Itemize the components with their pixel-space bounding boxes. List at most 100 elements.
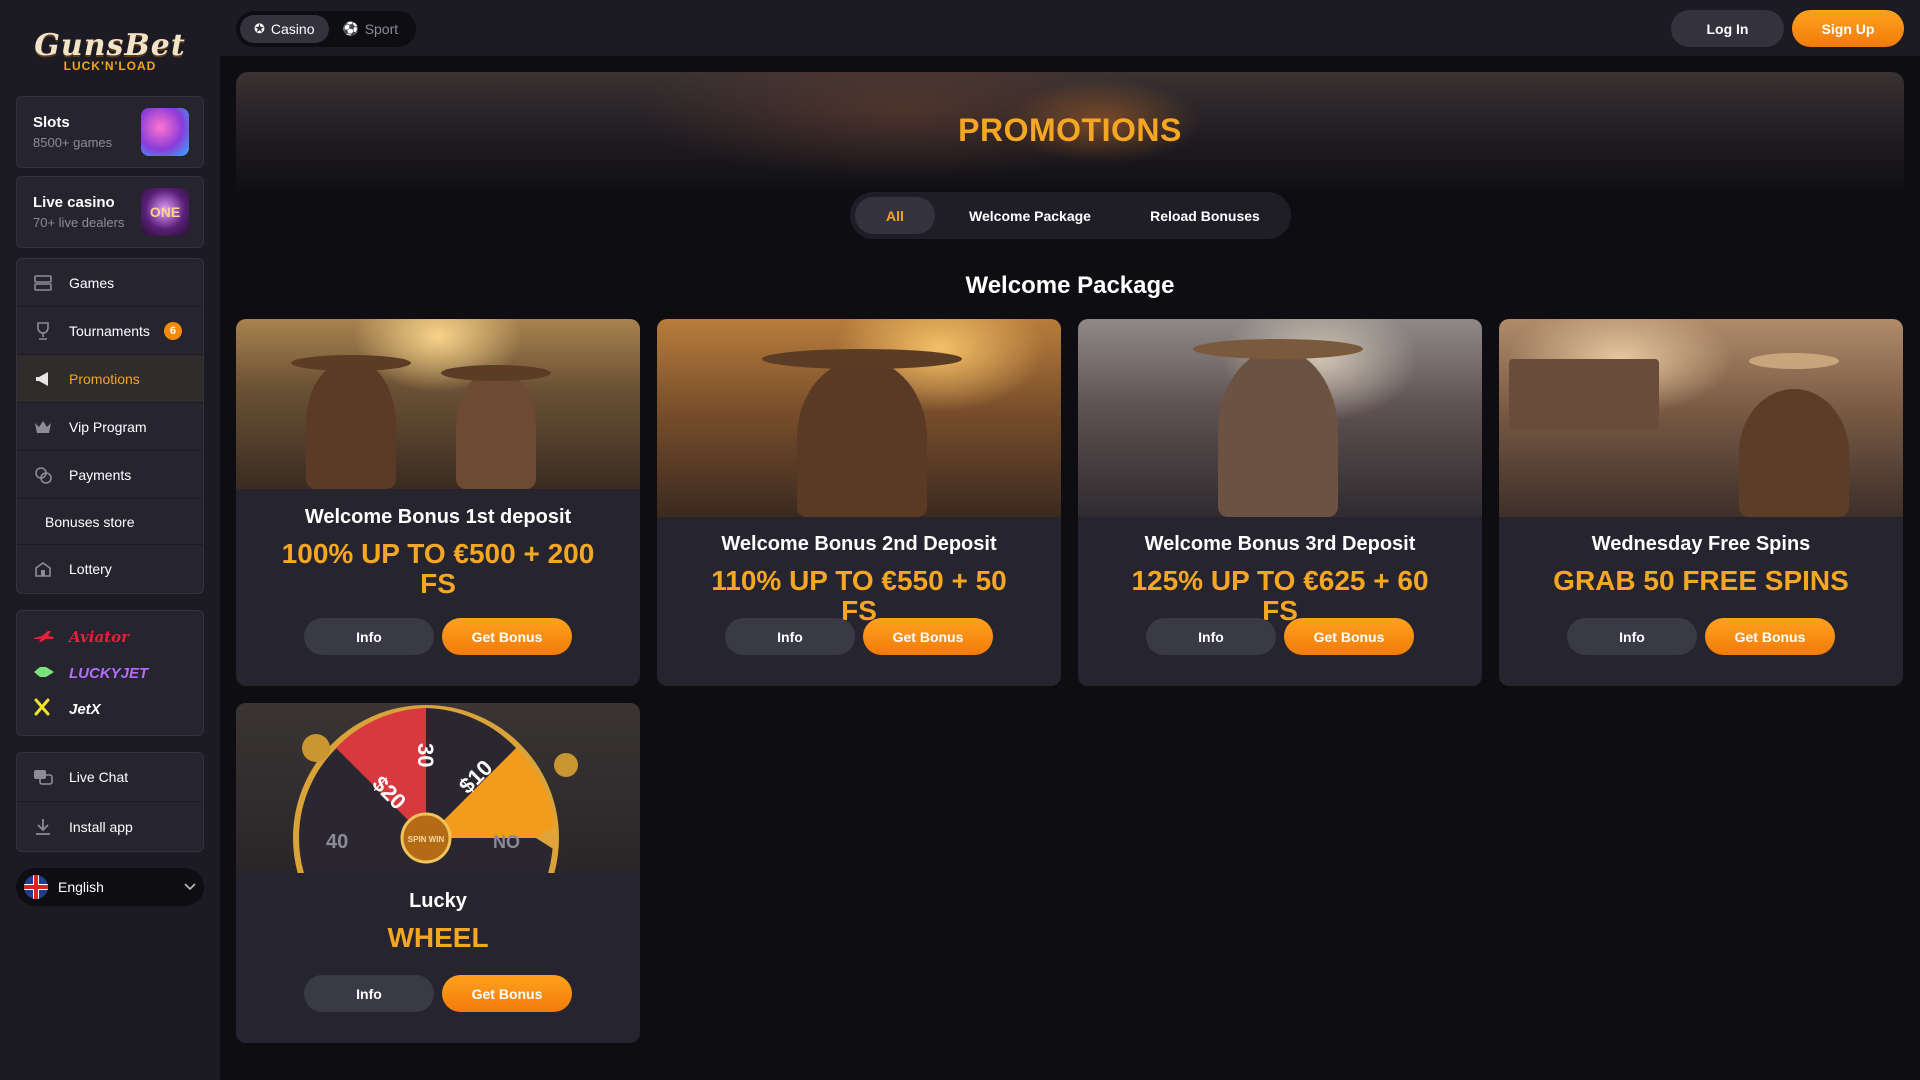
logo[interactable]: GunsBet LUCK'N'LOAD — [16, 0, 204, 96]
nav-item-payments[interactable]: Payments — [17, 451, 203, 499]
tab-label: Casino — [270, 21, 315, 37]
promo-image-cowgirl[interactable] — [1078, 319, 1482, 517]
promo-title: Welcome Bonus 2nd Deposit — [721, 533, 997, 555]
support-nav: Live Chat Install app — [16, 752, 204, 852]
wheel-segment-40: 40 — [326, 831, 348, 853]
nav-label: Bonuses store — [45, 513, 135, 530]
wheel-center-spin-win: SPIN WIN — [408, 835, 445, 844]
coins-icon — [33, 465, 53, 485]
chat-icon — [33, 767, 53, 787]
crash-game-jetx[interactable]: JetX — [33, 691, 187, 727]
top-header: ✪ Casino ⚽ Sport Log In Sign Up — [220, 0, 1920, 56]
nav-item-lottery[interactable]: Lottery — [17, 545, 203, 593]
megaphone-icon — [33, 369, 53, 389]
category-subtitle: 70+ live dealers — [33, 215, 125, 230]
get-bonus-button[interactable]: Get Bonus — [1705, 618, 1835, 655]
nav-label: Tournaments — [69, 322, 150, 339]
category-subtitle: 8500+ games — [33, 135, 113, 150]
nav-label: Games — [69, 274, 115, 291]
promotion-filters: All Welcome Package Reload Bonuses — [850, 192, 1291, 239]
language-label: English — [58, 879, 104, 895]
tournaments-count-badge: 6 — [163, 321, 182, 340]
nav-item-games[interactable]: Games — [17, 259, 203, 307]
filter-welcome-package[interactable]: Welcome Package — [935, 197, 1125, 234]
nav-label: Install app — [69, 818, 133, 835]
promo-title: Lucky — [409, 890, 467, 912]
nav-label: Vip Program — [69, 418, 147, 435]
nav-item-bonuses-store[interactable]: Bonuses store — [17, 499, 203, 545]
section-title: Welcome Package — [965, 272, 1175, 299]
crash-game-luckyjet[interactable]: LUCKYJET — [33, 655, 187, 691]
nav-label: Promotions — [69, 370, 140, 387]
promo-image-cowboys[interactable] — [236, 319, 640, 489]
slots-thumbnail — [141, 108, 189, 156]
info-button[interactable]: Info — [725, 618, 855, 655]
info-button[interactable]: Info — [304, 618, 434, 655]
wheel-segment-no-bonus: NO — [493, 832, 520, 852]
category-title: Live casino — [33, 194, 115, 211]
main-nav: Games Tournaments 6 Promotions Vip Progr… — [16, 258, 204, 594]
category-live-casino[interactable]: Live casino 70+ live dealers ONE — [16, 176, 204, 248]
live-casino-thumbnail: ONE — [141, 188, 189, 236]
filter-reload-bonuses[interactable]: Reload Bonuses — [1125, 197, 1285, 234]
tab-casino[interactable]: ✪ Casino — [240, 15, 329, 43]
promo-value: 110% UP TO €550 + 50 FS — [711, 565, 1007, 626]
nav-item-install-app[interactable]: Install app — [17, 802, 203, 851]
games-icon — [33, 273, 53, 293]
get-bonus-button[interactable]: Get Bonus — [442, 618, 572, 655]
get-bonus-button[interactable]: Get Bonus — [442, 975, 572, 1012]
wheel-segment-30: 30 — [413, 743, 438, 767]
nav-item-live-chat[interactable]: Live Chat — [17, 753, 203, 802]
nav-item-tournaments[interactable]: Tournaments 6 — [17, 307, 203, 355]
promo-value: 100% UP TO €500 + 200 FS — [281, 538, 595, 599]
nav-item-promotions[interactable]: Promotions — [17, 355, 203, 403]
signup-button[interactable]: Sign Up — [1792, 10, 1904, 47]
crash-game-label: LUCKYJET — [69, 664, 149, 682]
page-title: PROMOTIONS — [958, 112, 1182, 148]
sidebar: GunsBet LUCK'N'LOAD Slots 8500+ games Li… — [0, 0, 220, 1080]
info-button[interactable]: Info — [1146, 618, 1276, 655]
promo-value: WHEEL — [387, 922, 489, 953]
promo-value: 125% UP TO €625 + 60 FS — [1131, 565, 1429, 626]
nav-label: Payments — [69, 466, 132, 483]
get-bonus-button[interactable]: Get Bonus — [863, 618, 993, 655]
filter-all[interactable]: All — [855, 197, 935, 234]
chevron-down-icon — [184, 880, 196, 894]
login-button[interactable]: Log In — [1671, 10, 1784, 47]
nav-label: Live Chat — [69, 769, 129, 785]
logo-tagline: LUCK'N'LOAD — [63, 58, 157, 73]
casino-chip-icon: ✪ — [254, 21, 265, 36]
jet-icon — [33, 665, 55, 682]
info-button[interactable]: Info — [304, 975, 434, 1012]
trophy-icon — [33, 321, 53, 341]
product-tabs: ✪ Casino ⚽ Sport — [236, 11, 417, 47]
promo-image-cowboy-gun[interactable] — [657, 319, 1061, 517]
language-selector[interactable]: English — [16, 868, 204, 906]
nav-item-vip-program[interactable]: Vip Program — [17, 403, 203, 451]
download-icon — [33, 817, 53, 837]
uk-flag-icon — [24, 875, 48, 899]
promo-card: Welcome Bonus 1st deposit 100% UP TO €50… — [236, 319, 640, 686]
vip-icon — [33, 417, 53, 437]
category-title: Slots — [33, 114, 70, 131]
promo-title: Wednesday Free Spins — [1591, 533, 1811, 555]
crash-game-label: JetX — [69, 700, 101, 718]
promo-image-horse-rider[interactable] — [1499, 319, 1903, 517]
plane-icon — [33, 628, 55, 646]
soccer-ball-icon: ⚽ — [342, 21, 359, 36]
nav-label: Lottery — [69, 561, 112, 577]
promo-card: $20 30 $10 40 NO SPIN WIN Lucky WHEEL In… — [236, 703, 640, 1043]
tab-sport[interactable]: ⚽ Sport — [329, 15, 413, 43]
promo-title: Welcome Bonus 3rd Deposit — [1144, 533, 1416, 555]
info-button[interactable]: Info — [1567, 618, 1697, 655]
promo-image-lucky-wheel[interactable]: $20 30 $10 40 NO SPIN WIN — [236, 703, 640, 873]
category-slots[interactable]: Slots 8500+ games — [16, 96, 204, 168]
promo-value: GRAB 50 FREE SPINS — [1553, 565, 1849, 596]
promo-card: Welcome Bonus 3rd Deposit 125% UP TO €62… — [1078, 319, 1482, 686]
crash-games: Aviator LUCKYJET JetX — [16, 610, 204, 736]
promo-title: Welcome Bonus 1st deposit — [304, 506, 572, 528]
promo-card: Welcome Bonus 2nd Deposit 110% UP TO €55… — [657, 319, 1061, 686]
get-bonus-button[interactable]: Get Bonus — [1284, 618, 1414, 655]
crash-game-aviator[interactable]: Aviator — [33, 619, 187, 655]
x-icon — [33, 698, 55, 720]
